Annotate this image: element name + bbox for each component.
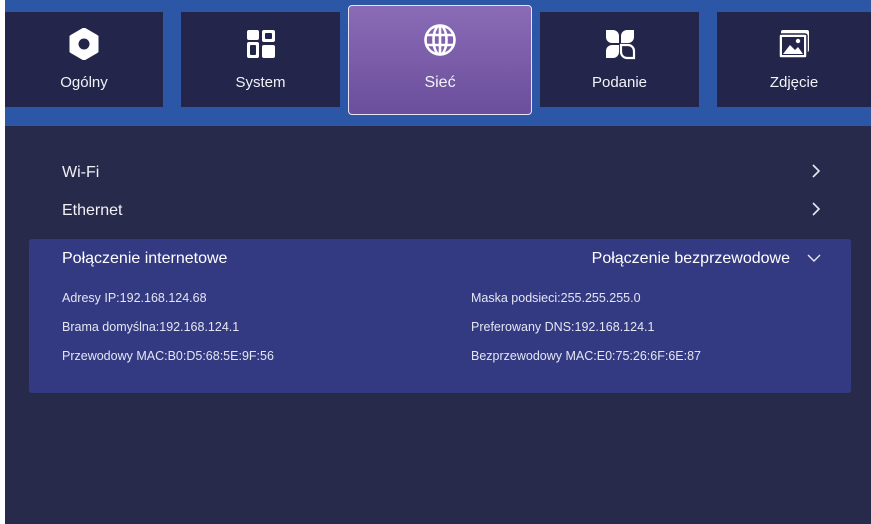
tab-label: Ogólny (60, 74, 108, 91)
chevron-right-icon (810, 201, 822, 222)
chevron-down-icon (806, 250, 822, 268)
tab-apps[interactable]: Podanie (540, 12, 699, 107)
connection-type-dropdown[interactable]: Połączenie bezprzewodowe (592, 250, 822, 268)
tab-general[interactable]: Ogólny (5, 12, 163, 107)
ethernet-label: Ethernet (62, 202, 123, 219)
default-gateway: Brama domyślna:192.168.124.1 (62, 320, 240, 334)
preferred-dns: Preferowany DNS:192.168.124.1 (471, 320, 655, 334)
grid-apps-icon (244, 27, 278, 61)
connection-type-value: Połączenie bezprzewodowe (591, 250, 790, 267)
tab-label: Podanie (591, 74, 648, 91)
gear-icon (67, 27, 101, 61)
tab-network[interactable]: Sieć (348, 5, 532, 115)
subnet-mask: Maska podsieci:255.255.255.0 (471, 291, 641, 305)
tab-label: Sieć (424, 74, 456, 91)
settings-screen: Ogólny System Sieć Podanie Zdjęcie Wi-Fi… (5, 0, 871, 524)
tab-picture[interactable]: Zdjęcie (717, 12, 871, 107)
ethernet-row[interactable]: Ethernet (62, 196, 822, 226)
tab-system[interactable]: System (181, 12, 340, 107)
clover-apps-icon (603, 27, 637, 61)
tab-bar: Ogólny System Sieć Podanie Zdjęcie (5, 0, 871, 126)
ip-address: Adresy IP:192.168.124.68 (62, 291, 207, 305)
tab-label: Zdjęcie (769, 74, 819, 91)
wifi-label: Wi-Fi (62, 164, 100, 181)
internet-connection-title: Połączenie internetowe (62, 250, 228, 267)
globe-icon (423, 23, 457, 57)
tab-label: System (235, 74, 286, 91)
internet-connection-panel: Połączenie internetowe Połączenie bezprz… (29, 239, 851, 393)
wired-mac: Przewodowy MAC:B0:D5:68:5E:9F:56 (62, 349, 274, 363)
wireless-mac: Bezprzewodowy MAC:E0:75:26:6F:6E:87 (471, 349, 701, 363)
wifi-row[interactable]: Wi-Fi (62, 158, 822, 188)
picture-icon (777, 27, 811, 61)
chevron-right-icon (810, 163, 822, 184)
internet-connection-header: Połączenie internetowe Połączenie bezprz… (62, 250, 822, 268)
